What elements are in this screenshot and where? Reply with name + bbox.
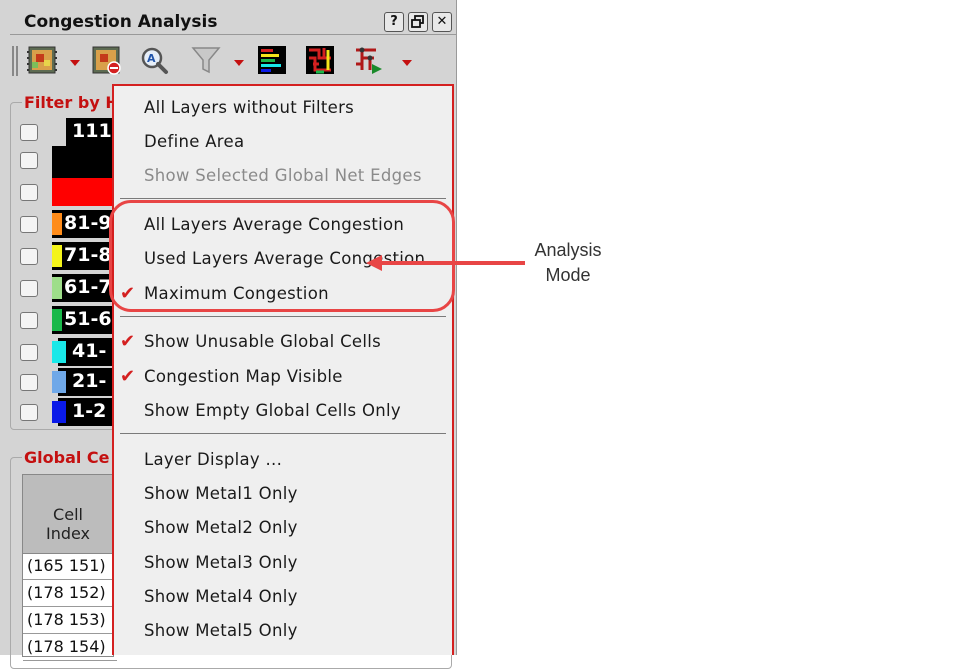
filter-label: 61-7 bbox=[64, 276, 112, 298]
routing-icon[interactable] bbox=[304, 44, 336, 76]
chevron-down-icon[interactable] bbox=[402, 60, 412, 66]
table-row[interactable]: (165 151) bbox=[23, 553, 117, 580]
global-cells-group-title: Global Ce bbox=[22, 448, 112, 467]
filter-checkbox[interactable] bbox=[20, 184, 38, 201]
menu-item-define-area[interactable]: Define Area bbox=[114, 127, 452, 157]
filter-checkbox[interactable] bbox=[20, 344, 38, 361]
menu-item-label: Show Metal3 Only bbox=[144, 553, 298, 572]
filter-label: 41- bbox=[72, 340, 107, 362]
chevron-down-icon[interactable] bbox=[70, 60, 80, 66]
help-icon[interactable]: ? bbox=[384, 12, 404, 32]
filter-row[interactable]: 81-9 bbox=[20, 210, 122, 238]
table-header-line: Cell bbox=[53, 505, 83, 524]
menu-item-label: Show Metal1 Only bbox=[144, 484, 298, 503]
menu-separator bbox=[120, 433, 446, 434]
restore-icon[interactable] bbox=[408, 12, 428, 32]
menu-item-congestion-map-visible[interactable]: ✔ Congestion Map Visible bbox=[114, 362, 452, 392]
menu-item-label: Show Metal4 Only bbox=[144, 587, 298, 606]
table-row[interactable]: (178 153) bbox=[23, 607, 117, 634]
filter-row[interactable]: 61-7 bbox=[20, 274, 122, 302]
filter-checkbox[interactable] bbox=[20, 124, 38, 141]
menu-item-show-metal5-only[interactable]: Show Metal5 Only bbox=[114, 616, 452, 646]
menu-item-layer-display[interactable]: Layer Display ... bbox=[114, 445, 452, 475]
menu-item-label: Show Metal2 Only bbox=[144, 518, 298, 537]
global-cells-table: Cell Index (165 151) (178 152) (178 153)… bbox=[22, 474, 117, 661]
filter-checkbox[interactable] bbox=[20, 404, 38, 421]
filter-checkbox[interactable] bbox=[20, 248, 38, 265]
menu-item-label: Congestion Map Visible bbox=[144, 367, 343, 386]
color-swatch bbox=[52, 371, 66, 393]
filter-checkbox[interactable] bbox=[20, 280, 38, 297]
menu-separator bbox=[120, 316, 446, 317]
table-header-cell-index[interactable]: Cell Index bbox=[23, 475, 113, 554]
menu-item-show-empty-global-cells-only[interactable]: Show Empty Global Cells Only bbox=[114, 396, 452, 426]
menu-item-label: Define Area bbox=[144, 132, 245, 151]
legend-icon[interactable] bbox=[256, 44, 288, 76]
menu-item-show-metal1-only[interactable]: Show Metal1 Only bbox=[114, 479, 452, 509]
menu-separator bbox=[120, 198, 446, 199]
filter-row[interactable]: 71-8 bbox=[20, 242, 122, 270]
filter-label: 21- bbox=[72, 370, 107, 392]
menu-item-label: All Layers without Filters bbox=[144, 98, 355, 117]
color-swatch bbox=[52, 213, 62, 235]
filter-row[interactable] bbox=[20, 146, 122, 178]
menu-item-show-metal3-only[interactable]: Show Metal3 Only bbox=[114, 548, 452, 578]
filter-checkbox[interactable] bbox=[20, 312, 38, 329]
color-swatch bbox=[52, 401, 66, 423]
svg-text:A: A bbox=[147, 52, 156, 65]
chevron-down-icon[interactable] bbox=[234, 60, 244, 66]
filter-group-title: Filter by H bbox=[22, 93, 121, 112]
zoom-icon[interactable]: A bbox=[138, 44, 170, 76]
filter-checkbox[interactable] bbox=[20, 152, 38, 169]
checkmark-icon: ✔ bbox=[120, 366, 136, 387]
filter-row[interactable]: 21- bbox=[20, 368, 128, 396]
menu-item-show-metal2-only[interactable]: Show Metal2 Only bbox=[114, 513, 452, 543]
congestion-map-clear-icon[interactable] bbox=[90, 44, 122, 76]
net-tree-icon[interactable] bbox=[352, 44, 384, 76]
table-row[interactable]: (178 152) bbox=[23, 580, 117, 607]
menu-item-all-layers-without-filters[interactable]: All Layers without Filters bbox=[114, 93, 452, 123]
callout-arrow bbox=[366, 255, 525, 271]
table-row[interactable]: (178 154) bbox=[23, 634, 117, 661]
menu-item-show-selected-global-net-edges: Show Selected Global Net Edges bbox=[114, 161, 452, 191]
toolbar-grip[interactable] bbox=[12, 46, 20, 76]
toolbar: A bbox=[10, 40, 456, 84]
filter-label: 51-6 bbox=[64, 308, 112, 330]
filter-row[interactable]: 41- bbox=[20, 338, 128, 366]
filter-label: 1-2 bbox=[72, 400, 107, 422]
filter-label: 111 bbox=[72, 120, 112, 142]
filter-row[interactable]: 51-6 bbox=[20, 306, 122, 334]
panel-titlebar: Congestion Analysis ? ✕ bbox=[10, 8, 456, 35]
color-swatch bbox=[52, 309, 62, 331]
color-swatch bbox=[52, 245, 62, 267]
filter-checkbox[interactable] bbox=[20, 216, 38, 233]
filter-row[interactable] bbox=[20, 178, 122, 206]
filter-row[interactable]: 111 bbox=[20, 118, 136, 146]
table-header-line: Index bbox=[45, 524, 91, 543]
menu-item-label: Layer Display ... bbox=[144, 450, 283, 469]
color-swatch bbox=[52, 277, 62, 299]
analysis-mode-callout: Analysis Mode bbox=[528, 238, 608, 288]
filter-label: 71-8 bbox=[64, 244, 112, 266]
color-swatch bbox=[52, 341, 66, 363]
options-dropdown-menu: All Layers without Filters Define Area S… bbox=[112, 84, 454, 655]
menu-item-label: Show Empty Global Cells Only bbox=[144, 401, 401, 420]
filter-label: 81-9 bbox=[64, 212, 112, 234]
callout-line: Mode bbox=[545, 265, 591, 285]
filter-icon[interactable] bbox=[190, 44, 222, 76]
filter-row[interactable]: 1-2 bbox=[20, 398, 128, 426]
menu-item-label: Show Unusable Global Cells bbox=[144, 332, 382, 351]
panel-title: Congestion Analysis bbox=[24, 12, 218, 32]
congestion-map-icon[interactable] bbox=[26, 44, 58, 76]
callout-line: Analysis bbox=[534, 240, 602, 260]
menu-item-show-unusable-global-cells[interactable]: ✔ Show Unusable Global Cells bbox=[114, 327, 452, 357]
menu-item-label: Show Selected Global Net Edges bbox=[144, 166, 422, 185]
checkmark-icon: ✔ bbox=[120, 331, 136, 352]
menu-item-show-metal4-only[interactable]: Show Metal4 Only bbox=[114, 582, 452, 612]
menu-item-label: Show Metal5 Only bbox=[144, 621, 298, 640]
close-icon[interactable]: ✕ bbox=[432, 12, 452, 32]
filter-checkbox[interactable] bbox=[20, 374, 38, 391]
